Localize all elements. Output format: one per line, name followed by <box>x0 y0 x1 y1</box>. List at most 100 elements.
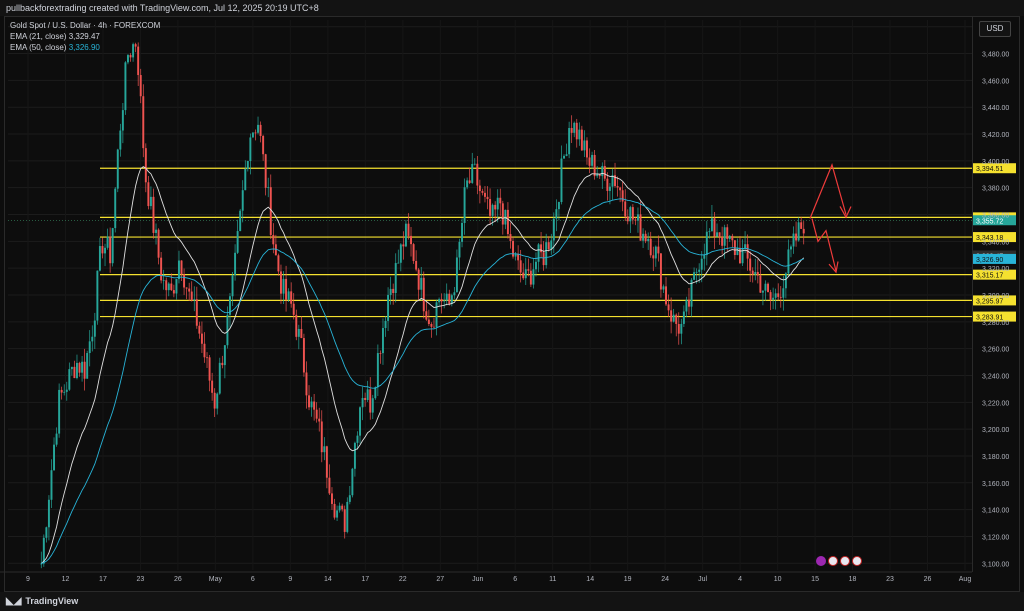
candle-body <box>412 244 415 261</box>
candle-body <box>65 389 68 392</box>
candle-body <box>649 238 652 256</box>
candle-body <box>496 197 499 210</box>
lightning-icon[interactable] <box>816 556 826 566</box>
ema21-legend[interactable]: EMA (21, close) 3,329.47 <box>10 31 160 42</box>
candle-body <box>285 278 288 300</box>
currency-button[interactable]: USD <box>979 21 1011 37</box>
candle-body <box>667 304 670 311</box>
candle-body <box>800 222 803 229</box>
candle-body <box>348 495 351 502</box>
candle-body <box>481 191 484 193</box>
candle-body <box>178 260 180 280</box>
candle-body <box>427 319 430 324</box>
candle-body <box>754 271 757 275</box>
candle-body <box>473 163 476 165</box>
candle-body <box>282 278 285 294</box>
candle-body <box>461 222 463 242</box>
candle-body <box>519 260 522 273</box>
candle-body <box>206 357 208 359</box>
candle-body <box>680 323 683 334</box>
candle-body <box>425 311 428 320</box>
candle-body <box>509 234 512 241</box>
candle-body <box>144 148 147 183</box>
candle-body <box>629 207 632 222</box>
candle-body <box>147 182 150 207</box>
symbol-title[interactable]: Gold Spot / U.S. Dollar · 4h · FOREXCOM <box>10 20 160 31</box>
candle-body <box>591 154 594 166</box>
candle-body <box>366 389 369 400</box>
candle-body <box>114 188 117 229</box>
x-tick-label: 23 <box>886 576 894 583</box>
candle-body <box>685 299 688 312</box>
candle-body <box>540 244 543 253</box>
candle-body <box>68 369 71 390</box>
candle-body <box>389 288 392 295</box>
us-flag-icon[interactable] <box>852 556 862 566</box>
candle-body <box>769 292 772 300</box>
candle-body <box>190 291 193 301</box>
candle-body <box>200 333 203 344</box>
candle-body <box>259 124 262 136</box>
candle-body <box>185 287 188 289</box>
candle-body <box>790 246 792 250</box>
candle-body <box>759 275 762 293</box>
candle-body <box>486 196 489 200</box>
candle-body <box>297 328 300 337</box>
candle-body <box>262 135 265 155</box>
candle-body <box>420 277 423 290</box>
candle-body <box>626 216 629 222</box>
candle-body <box>208 357 211 381</box>
candle-body <box>392 288 395 293</box>
candle-body <box>601 165 604 177</box>
candle-body <box>749 258 752 271</box>
candle-body <box>91 336 94 342</box>
x-tick-label: 12 <box>62 576 70 583</box>
candle-body <box>402 244 405 247</box>
candle-body <box>384 320 387 329</box>
us-flag-icon[interactable] <box>828 556 838 566</box>
candle-body <box>644 233 647 242</box>
candle-body <box>55 433 58 445</box>
candle-body <box>662 286 665 290</box>
candle-body <box>726 227 729 239</box>
x-axis: 9 12 17 23 26 May 6 9 14 17 22 27 Jun 6 11 14 19 24 Jul 4 10… <box>0 571 972 583</box>
candle-body <box>555 209 558 219</box>
candle-body <box>777 293 780 297</box>
candle-body <box>716 232 718 237</box>
candle-body <box>450 295 453 304</box>
tradingview-brand[interactable]: ◣◢ TradingView <box>6 592 78 611</box>
candle-body <box>88 341 91 354</box>
candle-body <box>257 124 259 133</box>
candle-body <box>695 271 698 273</box>
candle-body <box>779 296 782 298</box>
candle-body <box>343 509 346 532</box>
candle-body <box>557 202 560 210</box>
candle-body <box>336 510 339 518</box>
ema21-value: 3,329.47 <box>68 32 100 41</box>
candle-body <box>78 362 81 373</box>
x-tick-label: 6 <box>513 576 517 583</box>
candle-body <box>583 140 586 151</box>
x-tick-label: 15 <box>811 576 819 583</box>
candle-body <box>499 197 502 204</box>
candle-body <box>494 204 497 210</box>
ema50-legend[interactable]: EMA (50, close) 3,326.90 <box>10 42 160 53</box>
candle-body <box>111 228 114 264</box>
events-badges[interactable] <box>816 556 862 566</box>
candle-body <box>96 270 99 321</box>
x-tick-label: 14 <box>586 576 594 583</box>
candle-body <box>761 290 764 293</box>
candle-body <box>565 154 568 156</box>
candle-body <box>767 283 769 293</box>
candle-body <box>364 397 367 400</box>
candle-body <box>631 207 634 220</box>
candle-body <box>670 310 673 322</box>
us-flag-icon[interactable] <box>840 556 850 566</box>
price-chart[interactable]: 3,394.513,357.883,343.183,315.173,295.97… <box>0 0 1024 611</box>
ema-layer <box>40 166 805 564</box>
candle-body <box>399 244 402 263</box>
candle-body <box>417 269 420 290</box>
candle-body <box>453 292 456 296</box>
candle-body <box>371 398 374 413</box>
candle-body <box>744 244 747 249</box>
